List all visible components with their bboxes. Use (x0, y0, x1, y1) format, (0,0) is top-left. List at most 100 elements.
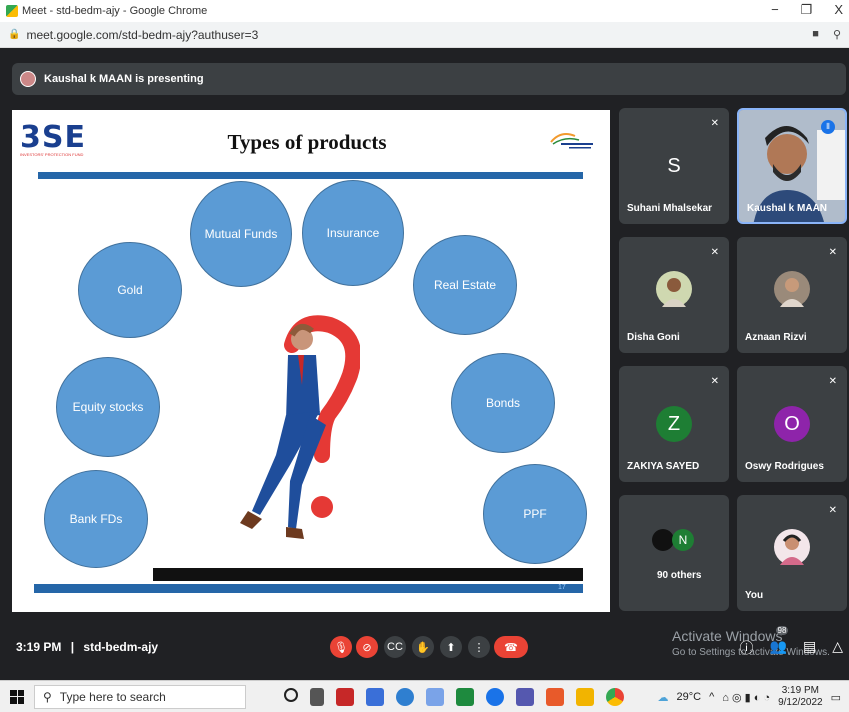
present-screen-button[interactable]: ⬆ (440, 636, 462, 658)
bubble-label: Gold (117, 283, 143, 297)
chrome-icon[interactable] (606, 687, 624, 706)
participant-tile-suhani[interactable]: ✕ S Suhani Mhalsekar (619, 108, 729, 224)
windows-start-icon[interactable] (10, 689, 24, 704)
participant-photo (656, 271, 692, 307)
info-separator: | (70, 640, 75, 654)
raise-hand-button[interactable]: ✋ (412, 636, 434, 658)
others-avatar-dark (652, 529, 674, 551)
thinking-man-illustration (240, 315, 360, 539)
bubble-gold: Gold (78, 242, 182, 338)
presenter-avatar (20, 71, 36, 87)
people-count-badge: 98 (775, 626, 789, 635)
camera-permission-icon[interactable]: ■ (812, 28, 819, 41)
participant-tile-oswy[interactable]: ✕ O Oswy Rodrigues (737, 366, 847, 482)
meeting-controls: 3:19 PM | std-bedm-ajy 🎙 ⊘ CC ✋ ⬆ ⋮ ☎ Ac… (0, 620, 849, 676)
file-explorer-icon[interactable] (576, 687, 594, 706)
app-icon-orange[interactable] (546, 687, 564, 706)
meet-window: Kaushal k MAAN is presenting 3SE INVESTO… (0, 48, 849, 676)
notifications-icon[interactable]: ▭ (831, 691, 841, 704)
chat-icon[interactable]: ▤ (803, 638, 816, 658)
muted-mic-icon: ✕ (828, 247, 837, 258)
taskbar-time: 3:19 PM (781, 685, 819, 696)
participant-name: Aznaan Rizvi (745, 332, 807, 343)
participant-avatar: Z (656, 406, 692, 442)
participant-name: ZAKIYA SAYED (627, 461, 700, 472)
microphone-off-button[interactable]: 🎙 (330, 636, 352, 658)
participant-avatar: O (774, 406, 810, 442)
participant-name: Suhani Mhalsekar (627, 203, 713, 214)
people-icon[interactable]: 👥 98 (770, 626, 789, 658)
meeting-details-icon[interactable]: ⓘ (740, 638, 754, 658)
minimize-button[interactable]: − (771, 2, 779, 18)
taskbar-search-box[interactable]: ⚲ Type here to search (34, 684, 246, 709)
muted-mic-icon: ✕ (710, 118, 719, 129)
close-button[interactable]: X (834, 2, 843, 18)
teams-icon[interactable] (516, 687, 534, 706)
activities-icon[interactable]: △ (832, 638, 843, 658)
bse-logo-subtitle: INVESTORS' PROTECTION FUND (20, 152, 84, 157)
avatar-initial: O (784, 412, 800, 435)
participant-name: You (745, 590, 764, 601)
meet-app-icon (6, 5, 18, 17)
zoom-icon[interactable]: ⚲ (833, 28, 841, 41)
avatar-initial: N (678, 533, 688, 547)
participant-tile-zakiya[interactable]: ✕ Z ZAKIYA SAYED (619, 366, 729, 482)
bubble-label: Equity stocks (72, 400, 144, 414)
weather-icon[interactable]: ☁ (658, 691, 669, 704)
windows-taskbar: ⚲ Type here to search ☁ 29°C ^ ⌂ ◎ ▮ ◐ ◔… (0, 680, 849, 712)
tray-chevron-icon[interactable]: ^ (709, 691, 714, 703)
bubble-bank-fds: Bank FDs (44, 470, 148, 568)
others-avatar-n: N (672, 529, 694, 551)
restore-button[interactable]: ❐ (801, 2, 813, 18)
tray-icons[interactable]: ⌂ ◎ ▮ ◐ ◔ (722, 691, 770, 704)
address-bar[interactable]: 🔒 meet.google.com/std-bedm-ajy?authuser=… (0, 22, 849, 48)
leave-call-button[interactable]: ☎ (494, 636, 528, 658)
app-icon-globe[interactable] (396, 687, 414, 706)
participant-tile-others[interactable]: N 90 others (619, 495, 729, 611)
participant-name: Kaushal k MAAN (747, 203, 828, 214)
avatar-initial: S (667, 154, 681, 177)
window-title: Meet - std-bedm-ajy - Google Chrome (22, 5, 208, 17)
bubble-label: Bank FDs (69, 512, 123, 526)
cortana-icon[interactable] (284, 687, 298, 702)
presentation-slide: 3SE INVESTORS' PROTECTION FUND Types of … (12, 110, 610, 612)
bubble-mutual-funds: Mutual Funds (190, 181, 292, 287)
presenting-text: Kaushal k MAAN is presenting (44, 73, 204, 85)
browser-title-bar: Meet - std-bedm-ajy - Google Chrome − ❐ … (0, 0, 849, 22)
bubble-ppf: PPF (483, 464, 587, 564)
more-options-button[interactable]: ⋮ (468, 636, 490, 658)
slide-top-bar (38, 172, 583, 179)
excel-icon[interactable] (456, 687, 474, 706)
task-view-icon[interactable] (310, 687, 324, 706)
slide-title: Types of products (227, 130, 387, 154)
camera-off-button[interactable]: ⊘ (356, 636, 378, 658)
slide-page-number: 17 (558, 584, 566, 591)
app-icon-blue[interactable] (366, 687, 384, 706)
bubble-label: Real Estate (433, 278, 497, 292)
bubble-label: Insurance (326, 226, 380, 240)
muted-mic-icon: ✕ (710, 376, 719, 387)
captions-button[interactable]: CC (384, 636, 406, 658)
participant-tile-disha[interactable]: ✕ Disha Goni (619, 237, 729, 353)
slide-bottom-bar (34, 584, 583, 593)
lock-icon: 🔒 (8, 29, 21, 40)
muted-mic-icon: ✕ (828, 505, 837, 516)
search-placeholder: Type here to search (59, 689, 166, 704)
meeting-time: 3:19 PM (16, 640, 62, 654)
url-text[interactable]: meet.google.com/std-bedm-ajy?authuser=3 (26, 28, 258, 42)
app-icon-red[interactable] (336, 687, 354, 706)
bubble-label: Mutual Funds (204, 227, 278, 241)
weather-temperature[interactable]: 29°C (677, 691, 702, 703)
app-icon-light-blue[interactable] (426, 687, 444, 706)
edge-icon[interactable] (486, 687, 504, 706)
bubble-bonds: Bonds (451, 353, 555, 453)
bubble-real-estate: Real Estate (413, 235, 517, 335)
slide-black-bar (153, 568, 583, 581)
participant-tile-you[interactable]: ✕ You (737, 495, 847, 611)
participant-name: 90 others (657, 570, 702, 581)
participant-tile-aznaan[interactable]: ✕ Aznaan Rizvi (737, 237, 847, 353)
participant-tile-kaushal[interactable]: ⦀ Kaushal k MAAN (737, 108, 847, 224)
participant-name: Oswy Rodrigues (745, 461, 824, 472)
bubble-insurance: Insurance (302, 180, 404, 286)
taskbar-clock[interactable]: 3:19 PM 9/12/2022 (778, 685, 823, 709)
